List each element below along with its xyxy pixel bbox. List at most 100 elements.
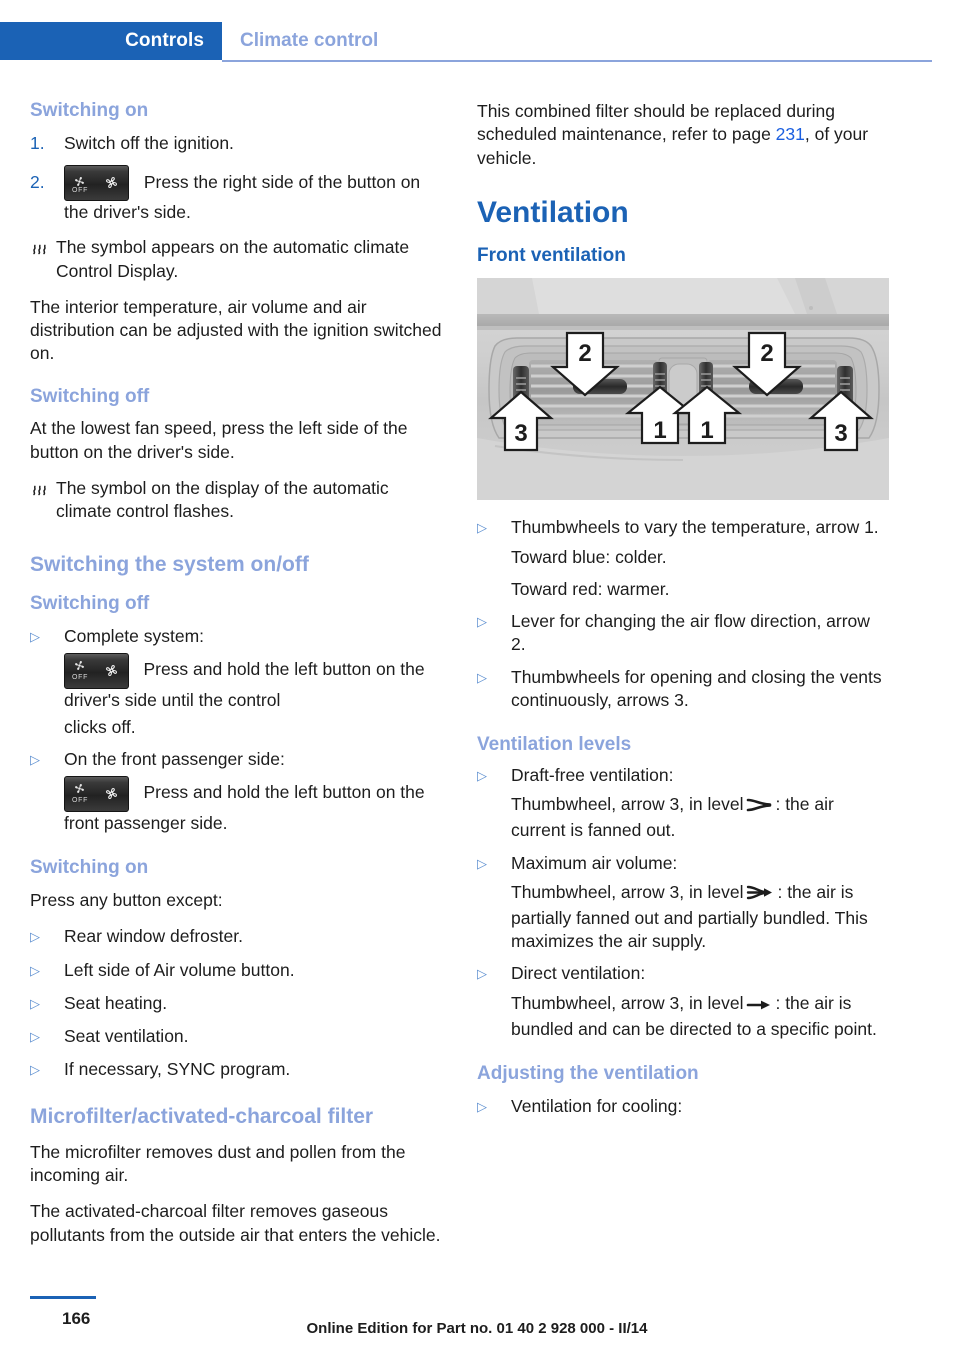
bullet-ventilation-cooling: ▷ Ventilation for cooling: <box>477 1095 889 1119</box>
list-item: ▷ If necessary, SYNC program. <box>30 1058 442 1082</box>
paragraph-microfilter: The microfilter removes dust and pollen … <box>30 1141 406 1186</box>
svg-text:2: 2 <box>578 340 591 367</box>
bullet-direct-ventilation-text: Direct ventilation: <box>511 963 646 984</box>
bullet-thumbwheels-open-close-text: Thumbwheels for opening and closing the … <box>511 666 882 710</box>
exception-list: ▷ Rear window defroster. ▷ Left side of … <box>30 925 442 1081</box>
button-instruction-2: OFF Press and hold the left button on th… <box>30 776 442 835</box>
steam-icon <box>30 477 56 524</box>
bullet-direct-ventilation: ▷ Direct ventilation: <box>477 962 889 986</box>
bullet-max-air-volume: ▷ Maximum air volume: <box>477 852 889 876</box>
climate-off-button-icon-1: OFF <box>64 165 129 202</box>
header-divider <box>222 60 932 62</box>
bullet-thumbwheels-open-close: ▷ Thumbwheels for opening and closing th… <box>477 666 889 713</box>
bullet-passenger-side-text: On the front passenger side: <box>64 749 285 770</box>
switching-off-bullets: ▷ Complete system: OFF Press and hold th… <box>30 625 442 836</box>
text-max-air-volume-detail: Thumbwheel, arrow 3, in level: the air i… <box>511 881 889 954</box>
svg-text:3: 3 <box>834 420 847 447</box>
heading-switching-on-2: Switching on <box>30 857 149 879</box>
page-reference-link[interactable]: 231 <box>776 124 805 144</box>
svg-text:3: 3 <box>514 420 527 447</box>
heading-switching-off-1: Switching off <box>30 385 150 407</box>
footer-note: Online Edition for Part no. 01 40 2 928 … <box>306 1320 648 1337</box>
list-item-label: Seat ventilation. <box>64 1025 189 1046</box>
paragraph-combined-filter: This combined filter should be replaced … <box>477 100 889 170</box>
steam-note-2-text: The symbol on the display of the automat… <box>56 477 389 522</box>
bullet-icon: ▷ <box>30 628 40 644</box>
list-item: ▷ Seat ventilation. <box>30 1025 442 1049</box>
text-toward-blue: Toward blue: colder. <box>511 546 667 567</box>
climate-off-button-icon-3: OFF <box>64 776 129 813</box>
max-volume-pre: Thumbwheel, arrow 3, in level <box>511 881 744 902</box>
step-1: 1. Switch off the ignition. <box>30 132 442 155</box>
step-2-number: 2. <box>30 172 45 193</box>
steam-note-1: The symbol appears on the automatic clim… <box>30 236 442 283</box>
list-item-label: Left side of Air volume button. <box>64 959 295 980</box>
breadcrumb-label: Climate control <box>240 30 379 51</box>
bullet-complete-system-text: Complete system: <box>64 625 205 646</box>
bullet-icon: ▷ <box>30 929 40 945</box>
airflow-fanned-icon <box>746 796 772 819</box>
bullet-passenger-side: ▷ On the front passenger side: <box>30 748 442 772</box>
svg-text:2: 2 <box>760 340 773 367</box>
ventilation-levels-list: ▷ Draft-free ventilation: Thumbwheel, ar… <box>477 764 889 1041</box>
svg-text:1: 1 <box>653 417 666 444</box>
text-direct-ventilation-detail: Thumbwheel, arrow 3, in level: the air i… <box>511 992 889 1042</box>
bullet-icon: ▷ <box>477 768 487 784</box>
fan-icon <box>103 662 120 684</box>
bullet-icon: ▷ <box>477 519 487 535</box>
direct-pre: Thumbwheel, arrow 3, in level <box>511 992 744 1013</box>
list-item-label: Seat heating. <box>64 992 168 1013</box>
list-item-label: Rear window defroster. <box>64 926 243 947</box>
paragraph-interior-temperature: The interior temperature, air volume and… <box>30 296 442 364</box>
fan-icon <box>103 174 120 197</box>
bullet-icon: ▷ <box>477 855 487 871</box>
airflow-direct-arrow-icon <box>746 995 772 1018</box>
right-column: This combined filter should be replaced … <box>477 100 889 1128</box>
front-ventilation-illustration: 2 2 1 1 3 3 <box>477 277 889 500</box>
paragraph-activated-charcoal: The activated-charcoal filter removes ga… <box>30 1201 441 1245</box>
fan-icon <box>103 785 120 807</box>
heading-ventilation-levels: Ventilation levels <box>477 734 632 756</box>
step-2: 2. OFF Press the right side of the butto… <box>30 165 442 224</box>
list-item: ▷ Seat heating. <box>30 992 442 1016</box>
text-draft-free-detail: Thumbwheel, arrow 3, in level: the air c… <box>511 793 889 843</box>
paragraph-lowest-fan-speed: At the lowest fan speed, press the left … <box>30 418 408 462</box>
bullet-draft-free: ▷ Draft-free ventilation: <box>477 764 889 788</box>
bullet-max-air-volume-text: Maximum air volume: <box>511 852 678 873</box>
footer-divider <box>30 1296 96 1299</box>
bullet-icon: ▷ <box>477 614 487 630</box>
steam-note-2: The symbol on the display of the automat… <box>30 477 442 524</box>
list-item: ▷ Rear window defroster. <box>30 925 442 949</box>
list-item: ▷ Left side of Air volume button. <box>30 959 442 983</box>
bullet-lever: ▷ Lever for changing the air flow direct… <box>477 610 889 657</box>
climate-off-button-icon-2: OFF <box>64 652 129 689</box>
bullet-complete-system: ▷ Complete system: <box>30 625 442 649</box>
left-column: Switching on 1. Switch off the ignition.… <box>30 100 442 1260</box>
steam-icon <box>30 236 56 283</box>
svg-text:1: 1 <box>700 417 713 444</box>
button-instruction-1-tail: clicks off. <box>64 716 136 737</box>
bullet-icon: ▷ <box>30 962 40 978</box>
heading-ventilation: Ventilation <box>477 195 629 229</box>
tab-controls-label: Controls <box>125 30 204 51</box>
list-item-label: If necessary, SYNC program. <box>64 1058 291 1079</box>
tab-controls[interactable]: Controls <box>0 22 222 60</box>
bullet-lever-text: Lever for changing the air flow directio… <box>511 611 870 655</box>
heading-switching-on-1: Switching on <box>30 100 149 121</box>
heading-microfilter: Microfilter/activated-charcoal filter <box>30 1104 374 1128</box>
bullet-icon: ▷ <box>30 752 40 768</box>
heading-switching-off-2: Switching off <box>30 592 150 614</box>
bullet-draft-free-text: Draft-free ventilation: <box>511 765 674 786</box>
draft-free-pre: Thumbwheel, arrow 3, in level <box>511 794 744 815</box>
off-label: OFF <box>72 187 89 195</box>
step-1-text: Switch off the ignition. <box>64 132 234 153</box>
bullet-icon: ▷ <box>477 1098 487 1114</box>
breadcrumb-climate-control[interactable]: Climate control <box>240 22 378 60</box>
bullet-icon: ▷ <box>30 1061 40 1077</box>
switching-on-steps: 1. Switch off the ignition. 2. OFF Press… <box>30 132 442 225</box>
bullet-ventilation-cooling-text: Ventilation for cooling: <box>511 1095 683 1116</box>
bullet-thumbwheels-temperature: ▷ Thumbwheels to vary the temperature, a… <box>477 516 889 540</box>
step-1-number: 1. <box>30 132 45 153</box>
bullet-thumbwheels-temperature-text: Thumbwheels to vary the temperature, arr… <box>511 516 879 537</box>
airflow-mixed-icon <box>746 884 774 907</box>
